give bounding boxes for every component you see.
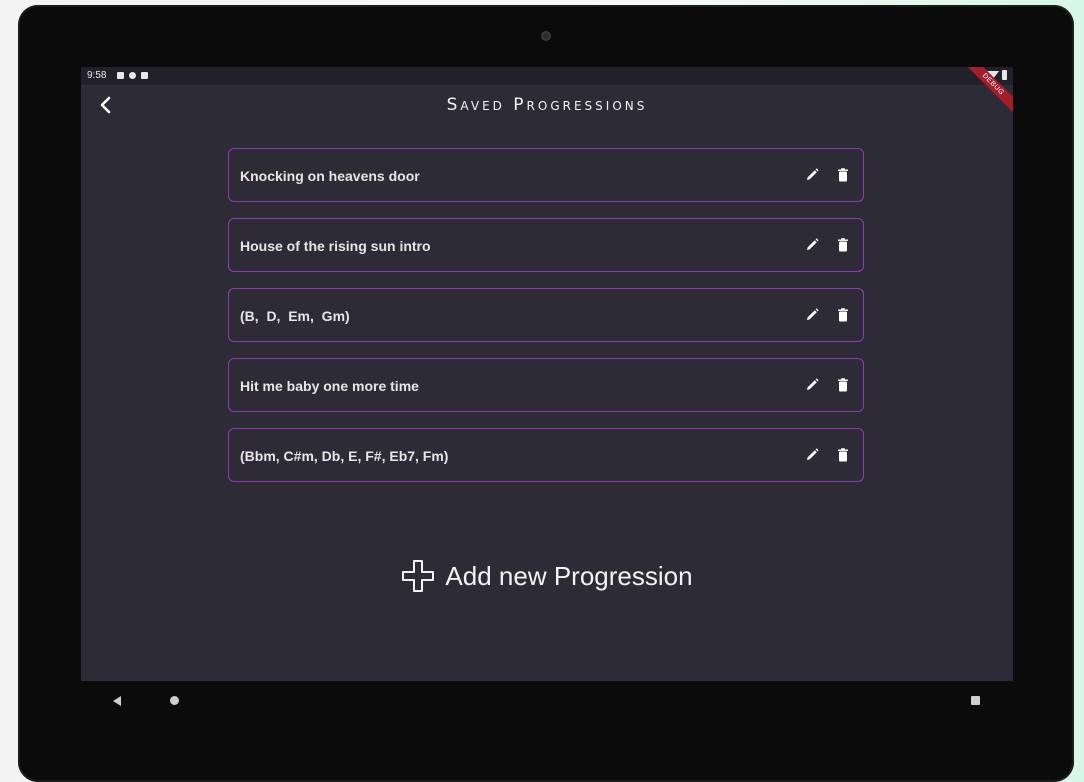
trash-icon[interactable] xyxy=(835,167,851,183)
page: 9:58 DEBUG Saved Progressions Knocking o… xyxy=(0,0,1084,782)
pencil-icon[interactable] xyxy=(804,447,820,463)
list-item[interactable]: Hit me baby one more time xyxy=(228,358,864,412)
add-progression-button[interactable]: Add new Progression xyxy=(81,554,1013,598)
tablet-frame: 9:58 DEBUG Saved Progressions Knocking o… xyxy=(18,5,1074,782)
list-item[interactable]: (B, D, Em, Gm) xyxy=(228,288,864,342)
pencil-icon[interactable] xyxy=(804,307,820,323)
notification-icon xyxy=(117,72,124,79)
list-item[interactable]: House of the rising sun intro xyxy=(228,218,864,272)
list-item[interactable]: (Bbm, C#m, Db, E, F#, Eb7, Fm) xyxy=(228,428,864,482)
progression-label: (B, D, Em, Gm) xyxy=(240,308,350,324)
trash-icon[interactable] xyxy=(835,237,851,253)
progression-label: Hit me baby one more time xyxy=(240,378,419,394)
pencil-icon[interactable] xyxy=(804,237,820,253)
plus-icon xyxy=(402,560,435,592)
nav-recents-icon[interactable] xyxy=(971,696,980,705)
system-nav-bar xyxy=(81,681,1013,727)
add-progression-label: Add new Progression xyxy=(445,560,693,591)
pencil-icon[interactable] xyxy=(804,167,820,183)
trash-icon[interactable] xyxy=(835,307,851,323)
progression-list: Knocking on heavens door House of the ri… xyxy=(228,148,864,498)
status-time: 9:58 xyxy=(87,70,107,81)
pencil-icon[interactable] xyxy=(804,377,820,393)
trash-icon[interactable] xyxy=(835,377,851,393)
app-bar: Saved Progressions xyxy=(81,85,1013,125)
trash-icon[interactable] xyxy=(835,447,851,463)
page-title: Saved Progressions xyxy=(446,95,648,115)
progression-label: (Bbm, C#m, Db, E, F#, Eb7, Fm) xyxy=(240,448,449,464)
camera-icon xyxy=(541,31,551,41)
progression-label: Knocking on heavens door xyxy=(240,168,420,184)
nav-back-icon[interactable] xyxy=(113,696,121,706)
battery-icon xyxy=(1002,70,1007,80)
list-item[interactable]: Knocking on heavens door xyxy=(228,148,864,202)
sync-icon xyxy=(129,72,136,79)
sd-card-icon xyxy=(141,72,148,79)
app-screen: 9:58 DEBUG Saved Progressions Knocking o… xyxy=(81,67,1013,681)
status-bar: 9:58 DEBUG xyxy=(81,67,1013,117)
nav-home-icon[interactable] xyxy=(170,696,179,705)
progression-label: House of the rising sun intro xyxy=(240,238,431,254)
